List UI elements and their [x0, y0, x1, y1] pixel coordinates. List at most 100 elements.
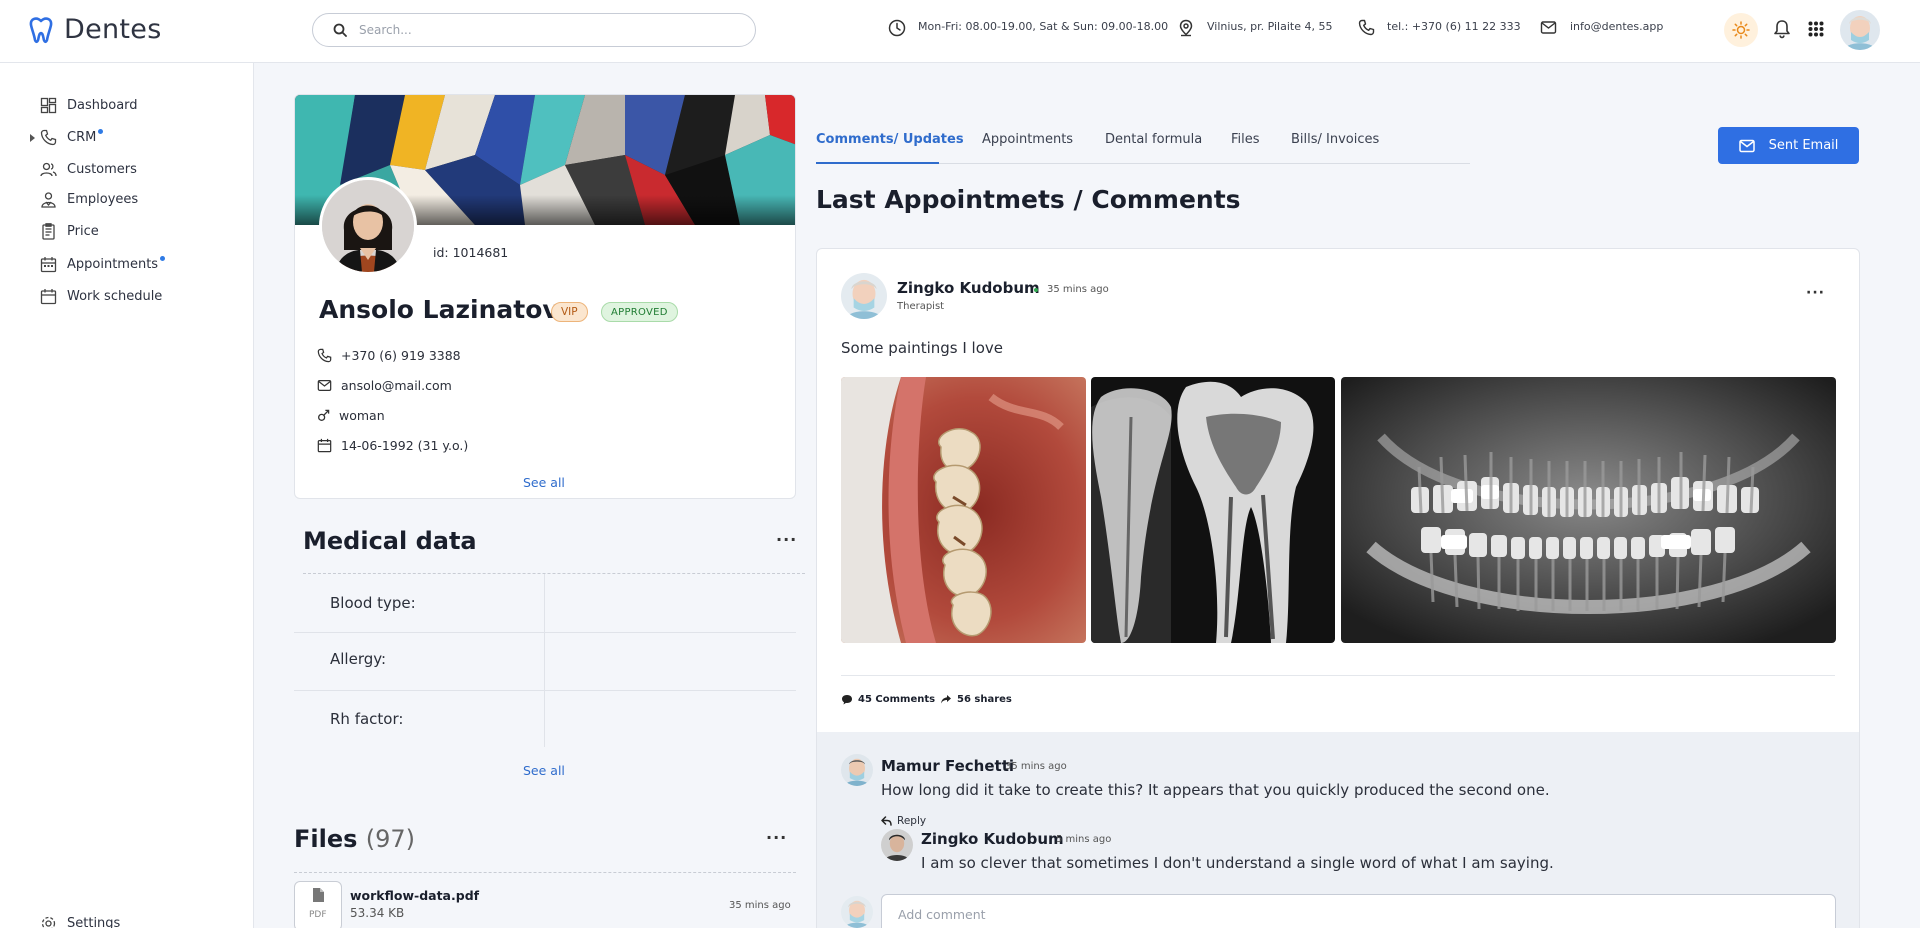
tab-comments-updates[interactable]: Comments/ Updates [816, 132, 964, 147]
reply-icon [881, 816, 892, 826]
patient-gender-row: woman [317, 408, 385, 423]
mail-icon [1738, 139, 1755, 152]
mail-icon [1540, 21, 1557, 34]
comment-text: How long did it take to create this? It … [881, 781, 1550, 799]
profile-see-all-link[interactable]: See all [523, 475, 565, 490]
employees-icon [41, 192, 56, 208]
post-text: Some paintings I love [841, 339, 1003, 357]
sidebar-item-appointments[interactable]: Appointments [40, 256, 166, 273]
patient-email[interactable]: ansolo@mail.com [341, 378, 452, 393]
crm-expand-caret[interactable] [30, 134, 35, 142]
send-email-label: Sent Email [1768, 138, 1839, 153]
reply-button[interactable]: Reply [881, 815, 926, 827]
pdf-file-icon[interactable]: PDF [294, 881, 342, 928]
clock-icon [888, 19, 906, 37]
medical-see-all-link[interactable]: See all [523, 763, 565, 778]
divider [294, 872, 796, 873]
files-title: Files (97) [294, 825, 415, 853]
page-title: Last Appointmets / Comments [816, 185, 1241, 214]
patient-birthdate: 14-06-1992 (31 y.o.) [341, 438, 469, 453]
active-tab-indicator [816, 162, 939, 164]
medical-menu-button[interactable]: ··· [776, 530, 797, 549]
files-count: (97) [365, 825, 416, 853]
sidebar-item-label: Settings [67, 916, 121, 928]
post-author-avatar[interactable] [841, 273, 887, 319]
reply-author[interactable]: Zingko Kudobum [921, 830, 1064, 848]
patient-phone[interactable]: +370 (6) 919 3388 [341, 348, 461, 363]
tab-appointments[interactable]: Appointments [982, 132, 1073, 147]
opening-hours: Mon-Fri: 08.00-19.00, Sat & Sun: 09.00-1… [918, 20, 1169, 33]
notification-dot [160, 256, 166, 261]
files-menu-button[interactable]: ··· [766, 828, 787, 847]
top-header: Dentes Mon-Fri: 08.00-19.00, Sat & Sun: … [0, 0, 1920, 63]
tab-files[interactable]: Files [1231, 132, 1260, 147]
file-size: 53.34 KB [350, 906, 405, 920]
mail-icon [317, 380, 332, 391]
tab-bills-invoices[interactable]: Bills/ Invoices [1291, 132, 1379, 147]
comments-count-button[interactable]: 45 Comments [841, 694, 935, 705]
reply-author-avatar[interactable] [881, 829, 913, 861]
medical-data-title: Medical data [303, 527, 477, 555]
sidebar-item-employees[interactable]: Employees [40, 191, 138, 208]
current-user-avatar [841, 896, 873, 928]
post-menu-button[interactable]: ··· [1806, 285, 1825, 301]
dashboard-icon [40, 97, 57, 114]
tab-dental-formula[interactable]: Dental formula [1105, 132, 1202, 147]
vip-badge: VIP [551, 302, 588, 322]
add-comment-input[interactable] [898, 906, 1798, 922]
file-name[interactable]: workflow-data.pdf [350, 888, 479, 903]
patient-phone-row: +370 (6) 919 3388 [317, 348, 461, 363]
users-icon [40, 162, 57, 177]
search-input[interactable] [359, 23, 719, 37]
profile-card: id: 1014681 Ansolo Lazinatov VIP APPROVE… [294, 94, 796, 499]
app-name: Dentes [64, 14, 162, 45]
patient-gender: woman [339, 408, 385, 423]
divider [544, 574, 545, 747]
schedule-icon [40, 289, 57, 305]
shares-count-button[interactable]: 56 shares [940, 694, 1012, 705]
files-title-text: Files [294, 825, 358, 853]
apps-grid-icon[interactable] [1808, 21, 1824, 37]
sidebar-item-settings[interactable]: Settings [40, 915, 120, 928]
reply-label: Reply [897, 815, 927, 827]
patient-avatar [319, 177, 417, 275]
sidebar-item-dashboard[interactable]: Dashboard [40, 97, 138, 114]
post-image-intraoral[interactable] [841, 377, 1086, 643]
calendar-icon [40, 257, 57, 273]
phone-icon [317, 348, 332, 363]
content-tabs: Comments/ Updates Appointments Dental fo… [816, 128, 1470, 164]
sidebar-item-label: Employees [67, 192, 139, 207]
file-type-label: PDF [309, 910, 327, 920]
clinic-email[interactable]: info@dentes.app [1570, 20, 1663, 33]
post-image-panoramic-xray[interactable] [1341, 377, 1836, 643]
notification-dot [98, 129, 104, 134]
search-icon [333, 23, 347, 37]
sidebar-item-crm[interactable]: CRM [40, 129, 104, 146]
sidebar-item-price[interactable]: Price [40, 223, 99, 240]
sidebar-item-work-schedule[interactable]: Work schedule [40, 288, 162, 305]
phone-icon [1358, 19, 1375, 36]
clinic-phone: tel.: +370 (6) 11 22 333 [1387, 20, 1521, 33]
comment-author[interactable]: Mamur Fechetti [881, 757, 1014, 775]
user-avatar[interactable] [1840, 10, 1880, 50]
theme-toggle-button[interactable] [1724, 13, 1758, 47]
calendar-icon [317, 438, 332, 453]
comment-icon [842, 695, 852, 705]
price-list-icon [42, 223, 55, 240]
send-email-button[interactable]: Sent Email [1718, 127, 1859, 164]
sidebar-item-label: Appointments [67, 257, 159, 272]
search-box[interactable] [312, 13, 756, 47]
allergy-label: Allergy: [330, 650, 387, 668]
share-icon [941, 695, 951, 704]
post-author-name[interactable]: Zingko Kudobum [897, 279, 1040, 297]
app-logo[interactable]: Dentes [28, 14, 162, 45]
add-comment-box[interactable] [881, 894, 1836, 928]
bell-icon[interactable] [1773, 19, 1791, 39]
blood-type-label: Blood type: [330, 594, 416, 612]
patient-id: id: 1014681 [433, 245, 509, 260]
sidebar-item-customers[interactable]: Customers [40, 161, 137, 178]
patient-birthdate-row: 14-06-1992 (31 y.o.) [317, 438, 468, 453]
online-status-dot [1034, 288, 1038, 292]
commenter-avatar[interactable] [841, 754, 873, 786]
post-image-periapical-xray[interactable] [1091, 377, 1335, 643]
